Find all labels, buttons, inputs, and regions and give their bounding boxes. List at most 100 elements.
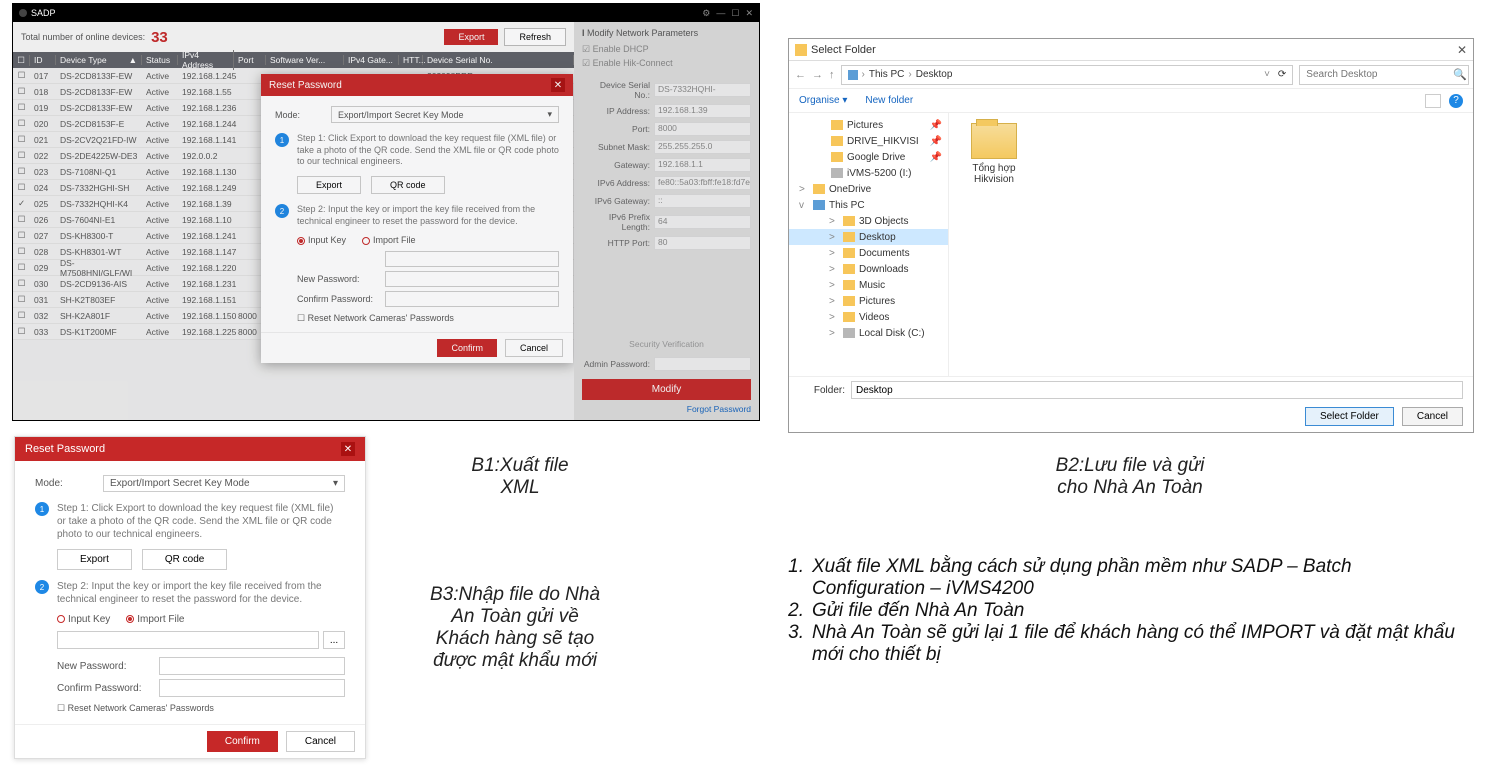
tree-item[interactable]: >OneDrive (789, 181, 948, 197)
confirm-button[interactable]: Confirm (437, 339, 497, 357)
chevron-down-icon[interactable]: ˅ (1264, 69, 1270, 80)
nav-back-icon[interactable]: ← (795, 69, 806, 81)
np-ipv6[interactable]: fe80::5a03:fbff:fe18:fd7e (654, 176, 751, 190)
view-options-button[interactable] (1425, 94, 1441, 108)
np-gateway[interactable]: 192.168.1.1 (654, 158, 751, 172)
sadp-titlebar[interactable]: SADP ⚙ — ☐ ✕ (13, 4, 759, 22)
reset2-newpw-input[interactable] (159, 657, 345, 675)
sel-cancel-button[interactable]: Cancel (1402, 407, 1463, 426)
help-icon[interactable]: ? (1449, 94, 1463, 108)
reset2-header[interactable]: Reset Password ✕ (15, 437, 365, 461)
refresh-icon[interactable]: ⟳ (1278, 69, 1286, 80)
tree-item[interactable]: >Downloads (789, 261, 948, 277)
reset2-mode-label: Mode: (35, 478, 103, 489)
minimize-icon[interactable]: — (716, 8, 725, 19)
folder-tile[interactable]: Tổng hợp Hikvision (959, 123, 1029, 185)
reset2-confpw-label: Confirm Password: (57, 683, 159, 694)
folder-field[interactable] (851, 381, 1463, 399)
window-controls[interactable]: ⚙ — ☐ ✕ (702, 8, 753, 19)
np-ipv6gw[interactable]: :: (654, 194, 751, 208)
reset2-reset-nc-checkbox[interactable]: ☐ (57, 703, 68, 713)
step1-badge: 1 (275, 133, 289, 147)
search-icon[interactable]: 🔍 (1453, 68, 1467, 81)
col-software[interactable]: Software Ver... (266, 55, 344, 65)
folder-tree[interactable]: Pictures📌DRIVE_HIKVISI📌Google Drive📌iVMS… (789, 113, 949, 376)
confirm-password-input[interactable] (385, 291, 559, 307)
tree-item[interactable]: >Documents (789, 245, 948, 261)
modify-button[interactable]: Modify (582, 379, 751, 400)
nav-up-icon[interactable]: ↑ (829, 69, 835, 81)
tree-item[interactable]: >Local Disk (C:) (789, 325, 948, 341)
tree-item[interactable]: vThis PC (789, 197, 948, 213)
maximize-icon[interactable]: ☐ (731, 8, 739, 19)
enable-dhcp-checkbox[interactable]: ☑ Enable DHCP (582, 44, 751, 55)
np-http[interactable]: 80 (654, 236, 751, 250)
reset2-qr-button[interactable]: QR code (142, 549, 227, 570)
qr-code-button[interactable]: QR code (371, 176, 445, 194)
reset2-close-icon[interactable]: ✕ (341, 442, 355, 456)
settings-icon[interactable]: ⚙ (702, 8, 710, 19)
close-icon[interactable]: ✕ (745, 8, 753, 19)
reset2-radio-import-file[interactable]: Import File (126, 614, 184, 625)
export-button[interactable]: Export (444, 29, 498, 45)
np-mask[interactable]: 255.255.255.0 (654, 140, 751, 154)
import-file-path-input[interactable] (57, 631, 319, 649)
cancel-button[interactable]: Cancel (505, 339, 563, 357)
browse-file-button[interactable]: ... (323, 631, 345, 649)
search-input[interactable] (1299, 65, 1469, 85)
tree-item[interactable]: >Music (789, 277, 948, 293)
address-bar[interactable]: › This PC › Desktop ˅ ⟳ (841, 65, 1294, 85)
col-ip[interactable]: IPv4 Address (178, 50, 234, 70)
tree-item[interactable]: >3D Objects (789, 213, 948, 229)
col-port[interactable]: Port (234, 55, 266, 65)
tree-item[interactable]: >Pictures (789, 293, 948, 309)
reset-nc-checkbox[interactable]: ☐ (297, 313, 308, 323)
tree-item[interactable]: Pictures📌 (789, 117, 948, 133)
tree-item[interactable]: iVMS-5200 (I:) (789, 165, 948, 181)
col-id[interactable]: ID (30, 55, 56, 65)
reset2-mode-select[interactable]: Export/Import Secret Key Mode▾ (103, 475, 345, 492)
key-input[interactable] (385, 251, 559, 267)
enable-hikconnect-checkbox[interactable]: ☑ Enable Hik-Connect (582, 58, 751, 69)
np-title: I Modify Network Parameters (582, 28, 751, 38)
new-password-input[interactable] (385, 271, 559, 287)
step2-text: Step 2: Input the key or import the key … (297, 204, 559, 227)
tree-item[interactable]: DRIVE_HIKVISI📌 (789, 133, 948, 149)
tree-item[interactable]: Google Drive📌 (789, 149, 948, 165)
organise-menu[interactable]: Organise ▾ (799, 95, 847, 106)
modal-header[interactable]: Reset Password ✕ (261, 74, 573, 96)
reset2-confirm-button[interactable]: Confirm (207, 731, 278, 752)
instruction-item: 1.Xuất file XML bằng cách sử dụng phần m… (778, 556, 1462, 600)
refresh-button[interactable]: Refresh (504, 28, 566, 46)
mode-select[interactable]: Export/Import Secret Key Mode▾ (331, 106, 559, 123)
sel-titlebar[interactable]: Select Folder ✕ (789, 39, 1473, 61)
np-port[interactable]: 8000 (654, 122, 751, 136)
reset2-radio-input-key[interactable]: Input Key (57, 614, 110, 625)
sel-close-icon[interactable]: ✕ (1457, 43, 1467, 57)
modal-close-icon[interactable]: ✕ (551, 78, 565, 92)
col-checkbox[interactable]: ☐ (13, 55, 30, 66)
new-folder-button[interactable]: New folder (865, 95, 913, 106)
col-status[interactable]: Status (142, 55, 178, 65)
tree-item[interactable]: >Desktop (789, 229, 948, 245)
np-ip[interactable]: 192.168.1.39 (654, 104, 751, 118)
select-folder-button[interactable]: Select Folder (1305, 407, 1394, 426)
reset-password-modal: Reset Password ✕ Mode: Export/Import Sec… (261, 74, 573, 363)
folder-content[interactable]: Tổng hợp Hikvision (949, 113, 1473, 376)
col-serial[interactable]: Device Serial No. (423, 55, 574, 65)
nav-forward-icon[interactable]: → (812, 69, 823, 81)
radio-import-file[interactable]: Import File (362, 235, 416, 245)
tree-item[interactable]: >Videos (789, 309, 948, 325)
reset2-confpw-input[interactable] (159, 679, 345, 697)
col-gateway[interactable]: IPv4 Gate... (344, 55, 399, 65)
forgot-password-link[interactable]: Forgot Password (582, 404, 751, 414)
radio-input-key[interactable]: Input Key (297, 235, 346, 245)
col-type[interactable]: Device Type ▲ (56, 55, 142, 65)
reset2-cancel-button[interactable]: Cancel (286, 731, 355, 752)
instructions-list: 1.Xuất file XML bằng cách sử dụng phần m… (778, 556, 1462, 666)
export-key-button[interactable]: Export (297, 176, 361, 194)
np-prefix[interactable]: 64 (654, 215, 751, 229)
col-http[interactable]: HTT... (399, 55, 423, 65)
admin-password-input[interactable] (654, 357, 751, 371)
reset2-export-button[interactable]: Export (57, 549, 132, 570)
